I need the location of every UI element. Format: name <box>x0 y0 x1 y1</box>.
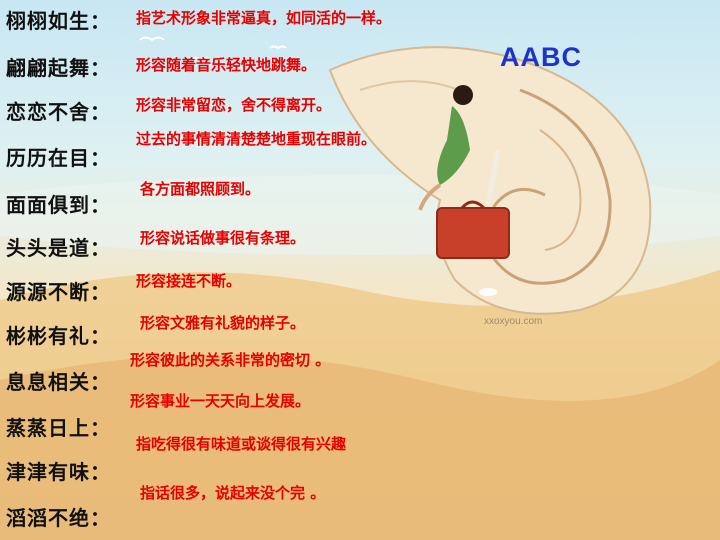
idiom-term: 息息相关： <box>6 370 111 394</box>
idiom-definition: 形容非常留恋，舍不得离开。 <box>136 96 332 114</box>
idiom-definition: 形容接连不断。 <box>136 272 242 290</box>
idiom-term: 恋恋不舍： <box>6 100 111 124</box>
idiom-definition: 过去的事情清清楚楚地重现在眼前。 <box>136 130 377 148</box>
idiom-definition: 形容事业一天天向上发展。 <box>130 392 311 410</box>
watermark-text: xxoxyou.com <box>484 316 543 327</box>
idiom-definition: 指话很多，说起来没个完 。 <box>140 484 326 502</box>
idiom-term: 源源不断： <box>6 280 111 304</box>
idiom-term: 历历在目： <box>6 146 111 170</box>
idiom-term: 津津有味： <box>6 460 111 484</box>
idiom-definition: 形容文雅有礼貌的样子。 <box>140 314 306 332</box>
pattern-label: AABC <box>500 42 582 72</box>
idiom-term: 面面俱到： <box>6 193 111 217</box>
idiom-term: 蒸蒸日上： <box>6 416 111 440</box>
small-shell-icon <box>479 288 497 296</box>
idiom-definition: 指吃得很有味道或谈得很有兴趣 <box>136 435 347 453</box>
idiom-definition: 指艺术形象非常逼真，如同活的一样。 <box>136 9 392 27</box>
idiom-term: 彬彬有礼： <box>6 324 111 348</box>
suitcase-icon <box>436 200 510 259</box>
idiom-definition: 形容彼此的关系非常的密切 。 <box>130 351 331 369</box>
idiom-term: 栩栩如生： <box>6 9 111 33</box>
idiom-term: 滔滔不绝： <box>6 506 111 530</box>
idiom-definition: 形容随着音乐轻快地跳舞。 <box>136 56 317 74</box>
idiom-definition: 形容说话做事很有条理。 <box>140 229 306 247</box>
idiom-term: 翩翩起舞： <box>6 56 111 80</box>
idiom-term: 头头是道： <box>6 236 111 260</box>
idiom-definition: 各方面都照顾到。 <box>140 180 261 198</box>
